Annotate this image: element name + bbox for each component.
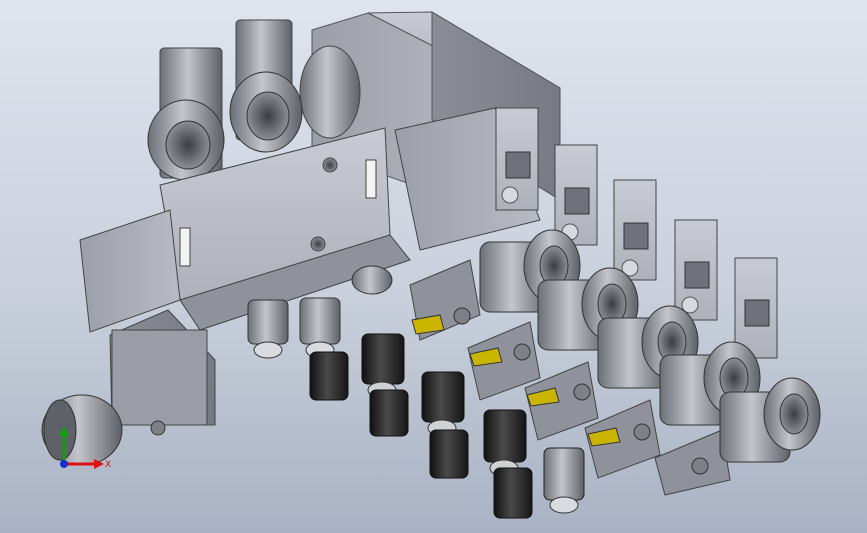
coordinate-triad: X xyxy=(59,426,111,470)
x-axis-label: X xyxy=(105,460,111,470)
cad-viewport[interactable]: X xyxy=(0,0,867,533)
valve-manifold-model[interactable] xyxy=(0,0,867,533)
z-axis-dot xyxy=(60,460,68,468)
